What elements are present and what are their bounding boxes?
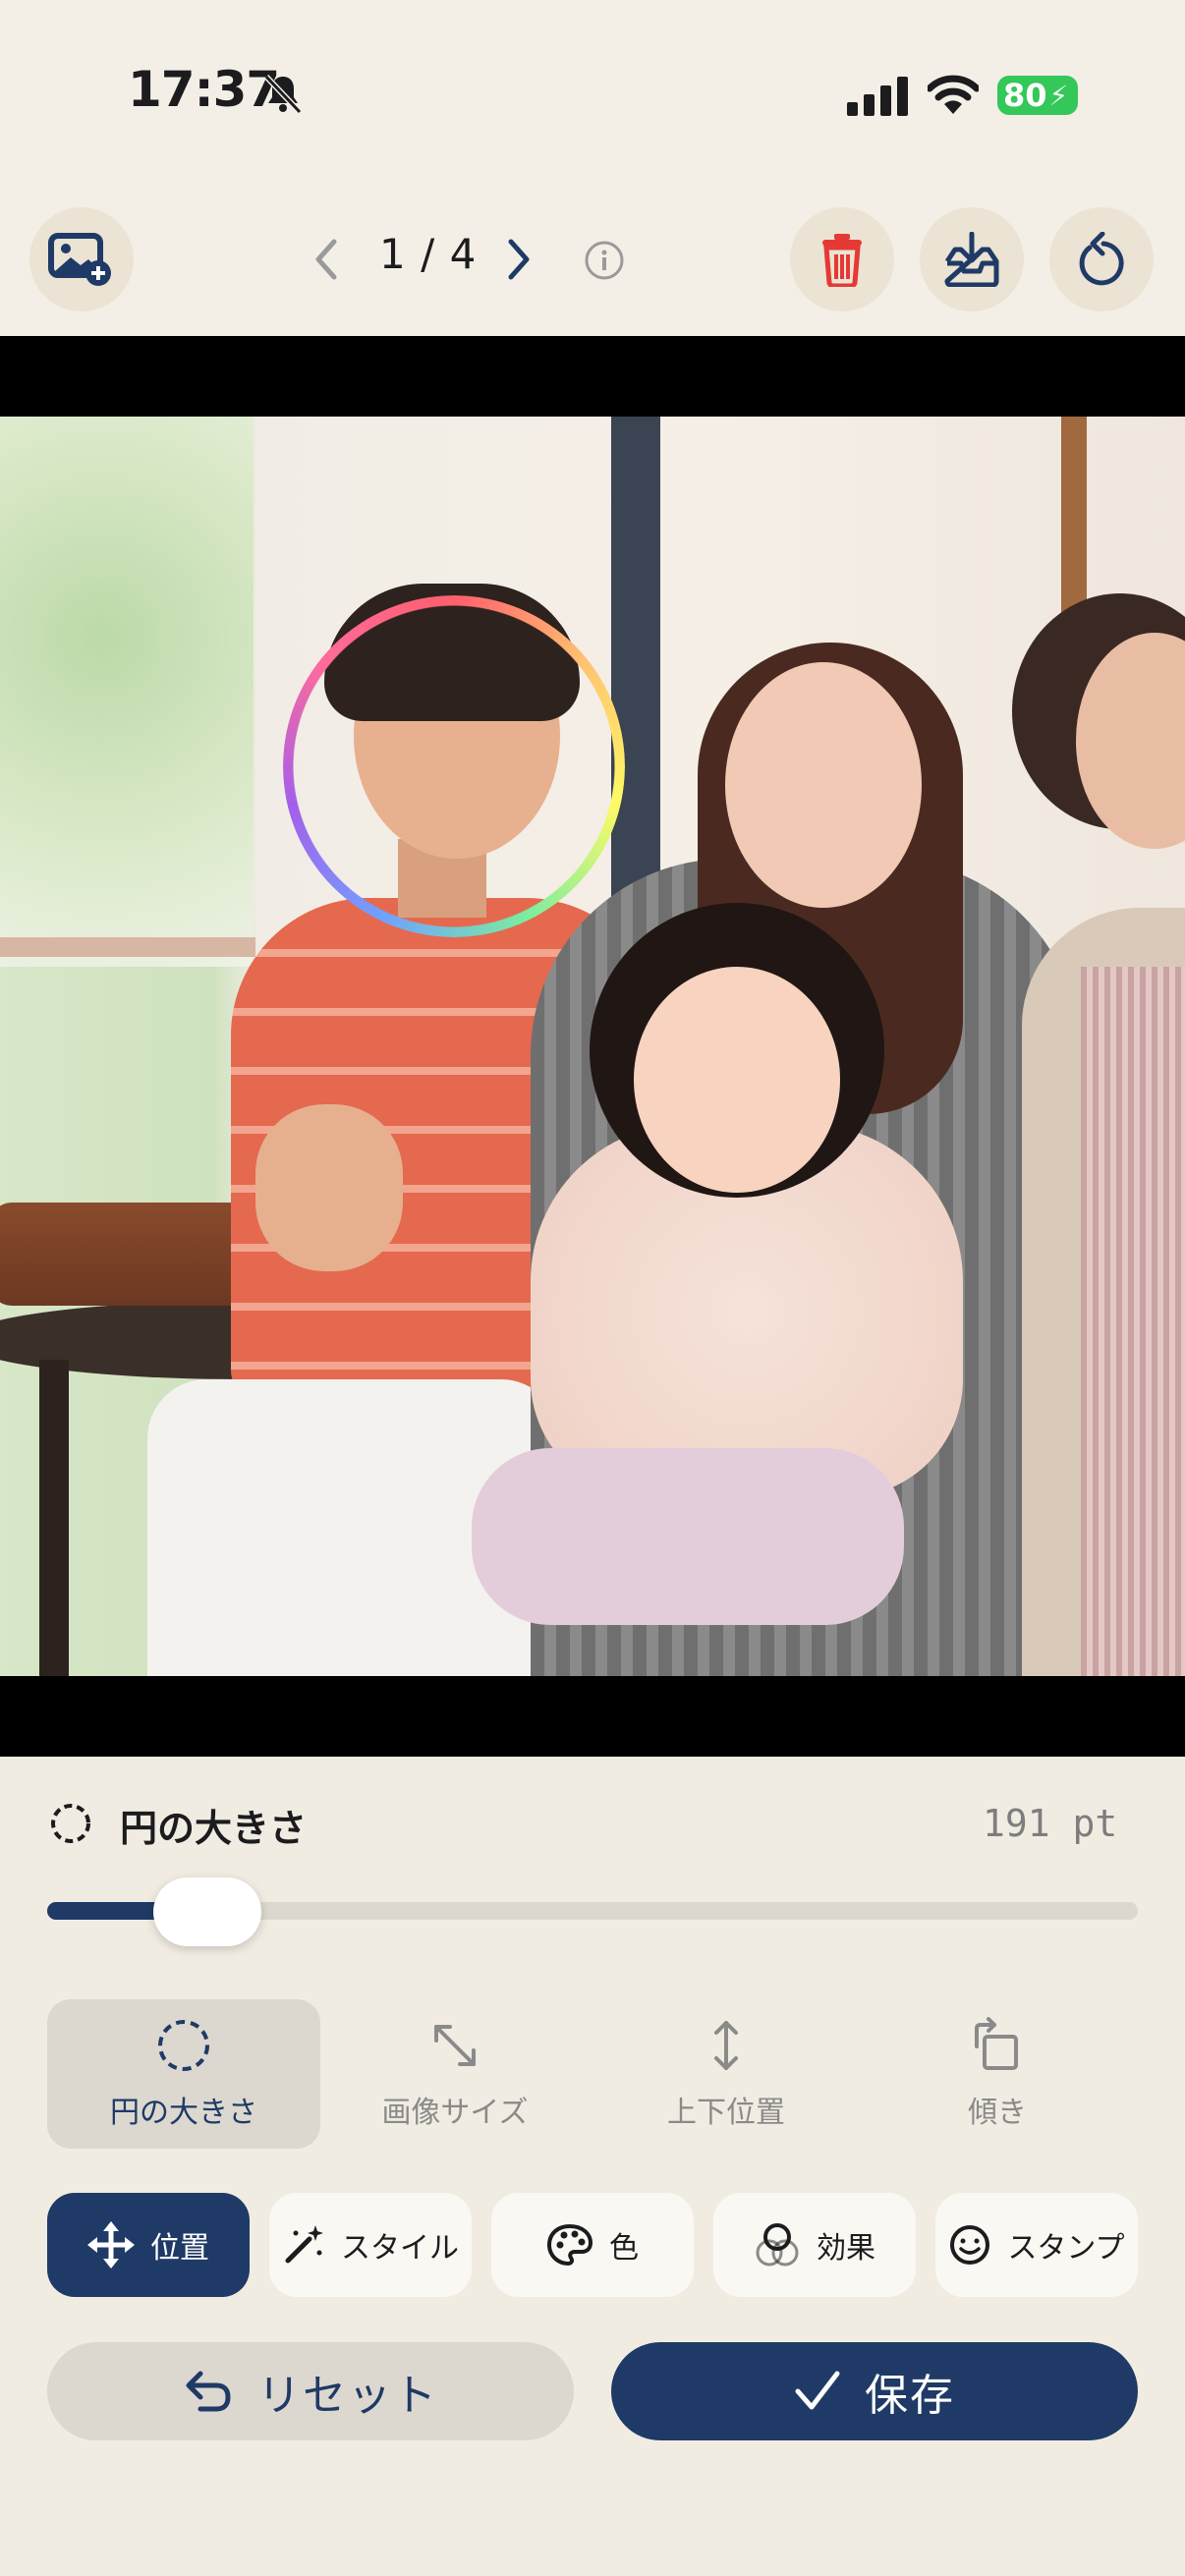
category-effect[interactable]: 効果 [713,2193,916,2297]
category-style[interactable]: スタイル [269,2193,472,2297]
palette-icon [546,2223,593,2267]
photo-canvas[interactable] [0,336,1185,1757]
girl-legs [472,1448,904,1625]
rotate-left-icon [1079,232,1124,286]
category-label: 位置 [150,2231,209,2266]
circle-size-value: 191 pt [983,1802,1118,1845]
bell-muted-icon [263,74,303,115]
page-indicator: 1 / 4 [379,230,478,278]
info-icon[interactable] [584,240,625,281]
save-button[interactable]: 保存 [611,2342,1138,2440]
effect-icon [756,2223,799,2267]
tab-label: 円の大きさ [110,2096,257,2130]
resize-icon [434,2025,476,2066]
tab-label: 傾き [968,2096,1027,2130]
previous-photo-icon[interactable] [307,236,346,283]
category-label: スタンプ [1007,2231,1125,2266]
magic-wand-icon [285,2225,323,2264]
smiley-icon [950,2225,990,2265]
woman-face [725,662,922,908]
reset-label: リセット [257,2371,438,2421]
download-button[interactable] [920,207,1024,311]
category-label: 効果 [817,2231,875,2266]
charging-icon: ⚡ [1048,79,1069,112]
dashed-circle-icon [158,2020,209,2071]
signal-icon [847,77,908,116]
man-hand [255,1104,403,1271]
category-color[interactable]: 色 [491,2193,694,2297]
tab-label: 画像サイズ [381,2096,529,2130]
grandmother-dress [1081,967,1185,1676]
tab-vertical-position[interactable]: 上下位置 [590,1999,863,2149]
rotate-icon [975,2017,1018,2070]
wifi-icon [928,75,979,114]
slider-thumb[interactable] [153,1877,261,1946]
family-photo [0,417,1185,1676]
window-greenery [0,417,254,967]
face-selection-circle[interactable] [283,595,625,937]
undo-button[interactable] [1049,207,1154,311]
handbag [0,1203,270,1306]
battery-level: 80 [1003,77,1047,114]
battery-indicator: 80 ⚡ [997,76,1078,115]
reset-button[interactable]: リセット [47,2342,574,2440]
category-label: スタイル [341,2231,459,2266]
add-photo-icon [48,233,111,286]
vertical-arrows-icon [714,2021,738,2070]
inbox-download-icon [944,232,999,287]
tab-label: 上下位置 [667,2096,785,2130]
category-stamp[interactable]: スタンプ [935,2193,1138,2297]
window-sill [0,937,255,957]
girl-face [634,967,840,1193]
checkmark-icon [795,2371,840,2410]
delete-button[interactable] [790,207,894,311]
tab-tilt[interactable]: 傾き [861,1999,1134,2149]
status-time: 17:37 [128,61,280,118]
move-icon [87,2221,135,2268]
dashed-circle-icon [51,1804,90,1843]
tab-circle-size[interactable]: 円の大きさ [47,1999,320,2149]
category-position[interactable]: 位置 [47,2193,250,2297]
circle-size-title: 円の大きさ [120,1807,308,1850]
tab-image-size[interactable]: 画像サイズ [318,1999,592,2149]
trash-icon [822,234,862,287]
undo-arrow-icon [186,2371,231,2412]
save-label: 保存 [865,2371,955,2421]
table-leg [39,1360,69,1676]
window-frame [611,417,660,908]
category-label: 色 [609,2231,639,2266]
add-photo-button[interactable] [29,207,134,311]
next-photo-icon[interactable] [499,236,538,283]
